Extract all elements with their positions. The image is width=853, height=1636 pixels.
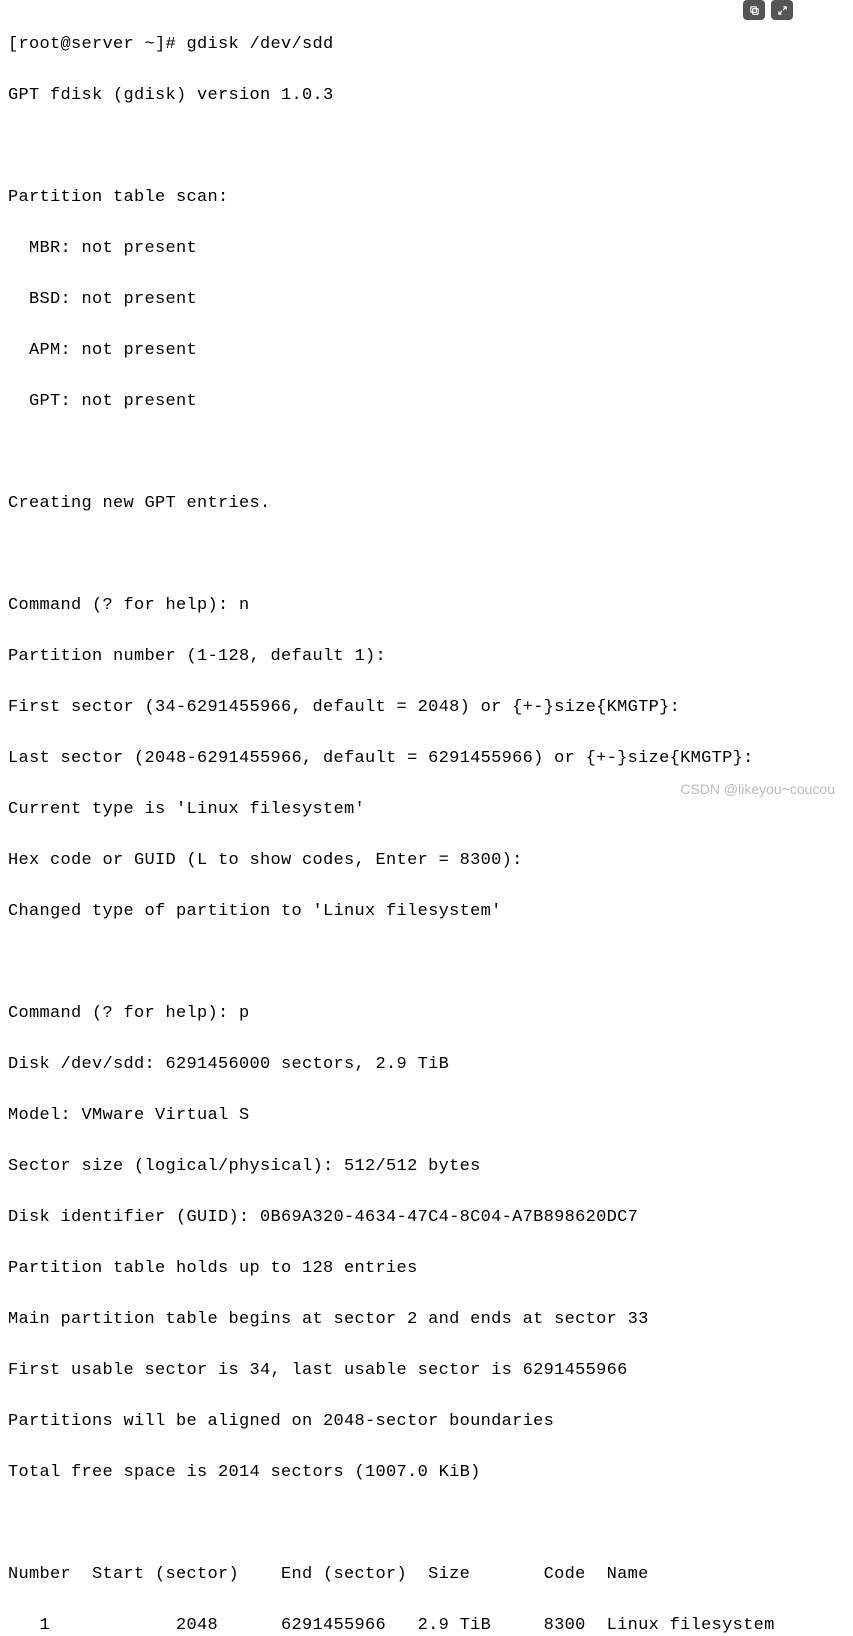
- aligned: Partitions will be aligned on 2048-secto…: [8, 1409, 845, 1435]
- scan-gpt: GPT: not present: [8, 389, 845, 415]
- copy-icon[interactable]: [743, 0, 765, 20]
- changed-type: Changed type of partition to 'Linux file…: [8, 899, 845, 925]
- usable-sector: First usable sector is 34, last usable s…: [8, 1358, 845, 1384]
- part-table-holds: Partition table holds up to 128 entries: [8, 1256, 845, 1282]
- header-icon-group: [743, 0, 793, 20]
- disk-id: Disk identifier (GUID): 0B69A320-4634-47…: [8, 1205, 845, 1231]
- blank-line: [8, 542, 845, 568]
- command-prompt: Command (? for help):: [8, 596, 239, 615]
- last-sector: Last sector (2048-6291455966, default = …: [8, 746, 845, 772]
- blank-line: [8, 134, 845, 160]
- expand-icon[interactable]: [771, 0, 793, 20]
- sector-size: Sector size (logical/physical): 512/512 …: [8, 1154, 845, 1180]
- version-line: GPT fdisk (gdisk) version 1.0.3: [8, 83, 845, 109]
- command-prompt: Command (? for help):: [8, 1004, 239, 1023]
- scan-apm: APM: not present: [8, 338, 845, 364]
- scan-mbr: MBR: not present: [8, 236, 845, 262]
- partition-table-row: 1 2048 6291455966 2.9 TiB 8300 Linux fil…: [8, 1613, 845, 1636]
- hex-code: Hex code or GUID (L to show codes, Enter…: [8, 848, 845, 874]
- scan-bsd: BSD: not present: [8, 287, 845, 313]
- blank-line: [8, 950, 845, 976]
- create-entries: Creating new GPT entries.: [8, 491, 845, 517]
- current-type: Current type is 'Linux filesystem': [8, 797, 845, 823]
- command-input: gdisk /dev/sdd: [187, 35, 334, 54]
- command-p: p: [239, 1004, 250, 1023]
- command-n-line: Command (? for help): n: [8, 593, 845, 619]
- blank-line: [8, 440, 845, 466]
- watermark-text: CSDN @likeyou~coucou: [680, 779, 835, 800]
- shell-prompt: [root@server ~]#: [8, 35, 187, 54]
- prompt-line: [root@server ~]# gdisk /dev/sdd: [8, 32, 845, 58]
- scan-header: Partition table scan:: [8, 185, 845, 211]
- command-p-line: Command (? for help): p: [8, 1001, 845, 1027]
- first-sector: First sector (34-6291455966, default = 2…: [8, 695, 845, 721]
- command-n: n: [239, 596, 250, 615]
- partition-number: Partition number (1-128, default 1):: [8, 644, 845, 670]
- free-space: Total free space is 2014 sectors (1007.0…: [8, 1460, 845, 1486]
- disk-info: Disk /dev/sdd: 6291456000 sectors, 2.9 T…: [8, 1052, 845, 1078]
- terminal-output: [root@server ~]# gdisk /dev/sdd GPT fdis…: [8, 6, 845, 1636]
- model: Model: VMware Virtual S: [8, 1103, 845, 1129]
- partition-table-header: Number Start (sector) End (sector) Size …: [8, 1562, 845, 1588]
- blank-line: [8, 1511, 845, 1537]
- main-part-table: Main partition table begins at sector 2 …: [8, 1307, 845, 1333]
